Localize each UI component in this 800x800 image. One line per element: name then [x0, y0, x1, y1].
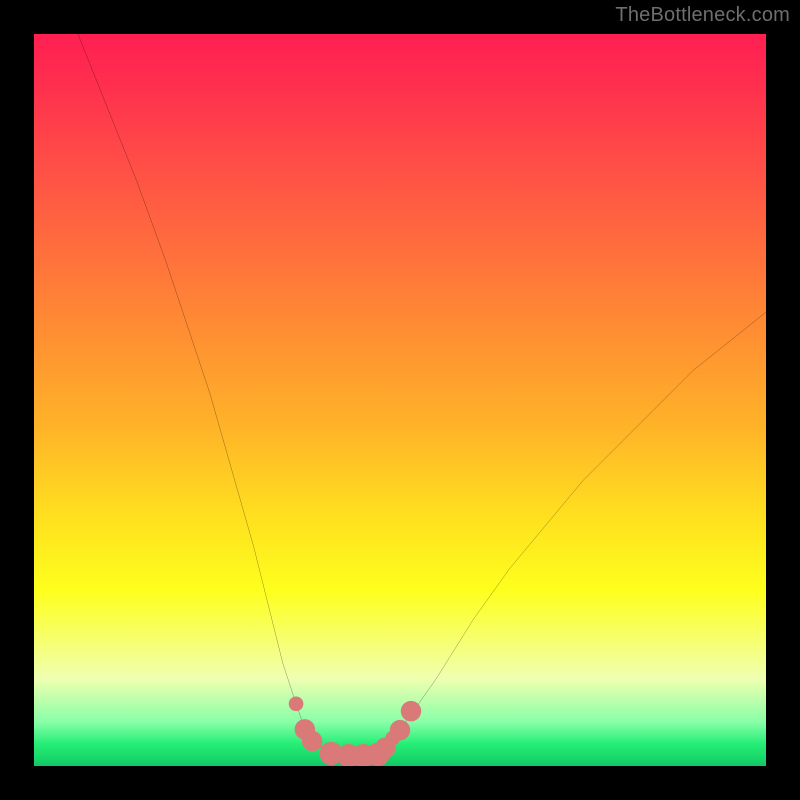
curve-marker [289, 696, 304, 711]
curve-marker [390, 720, 410, 740]
bottleneck-curve [78, 34, 766, 756]
chart-stage: TheBottleneck.com [0, 0, 800, 800]
watermark-text: TheBottleneck.com [615, 4, 790, 27]
plot-area [34, 34, 766, 766]
curve-markers [289, 696, 421, 766]
bottleneck-curve-path [78, 34, 766, 756]
curve-marker [401, 701, 421, 721]
curve-layer [34, 34, 766, 766]
curve-marker [302, 731, 322, 751]
